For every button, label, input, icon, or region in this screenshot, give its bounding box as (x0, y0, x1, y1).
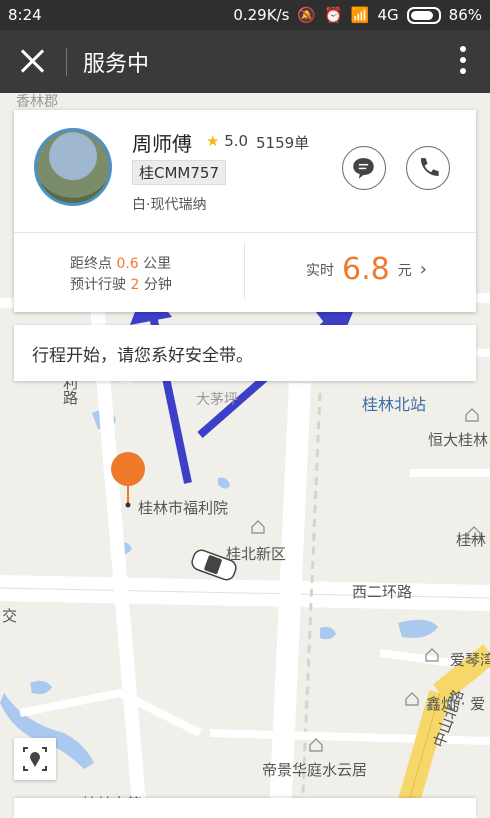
trip-info: 距终点 0.6 公里 预计行驶 2 分钟 (70, 254, 172, 296)
map-label-dijing: 帝景华庭水云居 (262, 761, 368, 779)
map-label-guibei: 桂北新区 (226, 545, 287, 563)
map-label-hengda: 恒大桂林 (428, 431, 489, 449)
avatar (34, 128, 112, 206)
distance-unit: 公里 (143, 256, 172, 272)
notice-text: 行程开始，请您系好安全带。 (32, 346, 253, 366)
signal-icon: 📶 (350, 6, 370, 24)
close-icon[interactable] (18, 46, 48, 76)
call-button[interactable] (406, 146, 450, 190)
map-label-guilin-north: 桂林北站 (362, 395, 427, 414)
fare-button[interactable]: 实时 6.8 元 › (306, 252, 427, 287)
message-icon (353, 158, 374, 179)
mute-icon: 🔕 (297, 6, 317, 24)
status-bar: 8:24 0.29K/s 🔕 ⏰ 📶 4G 86% (0, 0, 490, 30)
eta-row: 预计行驶 2 分钟 (70, 275, 172, 296)
trip-notice: 行程开始，请您系好安全带。 (14, 325, 476, 381)
map-label-xianglin: 香林郡 (16, 94, 58, 110)
eta-value: 2 (130, 277, 140, 293)
message-button[interactable] (342, 146, 386, 190)
order-count: 5159单 (256, 134, 310, 152)
phone-icon (420, 158, 439, 176)
map-label-welfare: 桂林市福利院 (138, 499, 229, 517)
card-divider (14, 232, 476, 233)
rating-value: 5.0 (224, 132, 249, 150)
driver-card: 周师傅 ★ 5.0 5159单 桂CMM757 白·现代瑞纳 距终点 0.6 公… (14, 110, 476, 312)
chevron-right-icon: › (419, 259, 427, 280)
bottom-panel[interactable] (14, 798, 476, 818)
alarm-icon: ⏰ (324, 6, 343, 24)
car-model: 白·现代瑞纳 (132, 197, 207, 213)
locate-icon (23, 747, 47, 771)
driver-rating: ★ 5.0 (206, 132, 248, 150)
fare-value: 6.8 (342, 252, 390, 287)
status-right: 0.29K/s 🔕 ⏰ 📶 4G 86% (233, 6, 482, 24)
eta-prefix: 预计行驶 (70, 277, 126, 293)
more-vert-icon[interactable] (460, 46, 466, 78)
route-arrows (130, 283, 360, 484)
locate-button[interactable] (14, 738, 56, 780)
driver-name: 周师傅 (132, 132, 192, 156)
page-title: 服务中 (83, 52, 150, 77)
distance-value: 0.6 (116, 256, 139, 272)
battery-icon (406, 6, 441, 24)
status-time: 8:24 (8, 6, 42, 24)
distance-row: 距终点 0.6 公里 (70, 254, 172, 275)
map-label-xier: 西二环路 (352, 583, 413, 601)
star-icon: ★ (206, 132, 220, 150)
map-label-guilin-right: 桂林 (456, 531, 487, 549)
net-speed: 0.29K/s (233, 6, 290, 24)
map-label-damaoping: 大茅坪 (196, 392, 238, 408)
fare-label: 实时 (306, 262, 334, 279)
app-bar: 服务中 (0, 30, 490, 93)
map-label-jiao: 交 (2, 607, 18, 625)
battery-level: 86% (448, 6, 482, 24)
eta-unit: 分钟 (143, 277, 172, 293)
distance-prefix: 距终点 (70, 256, 112, 272)
fare-unit: 元 (397, 262, 412, 279)
card-vertical-divider (244, 242, 245, 300)
license-plate: 桂CMM757 (132, 160, 226, 185)
app-bar-divider (66, 48, 67, 76)
map-label-aiqin: 爱琴湾 (450, 651, 490, 669)
network-type: 4G (377, 6, 399, 24)
